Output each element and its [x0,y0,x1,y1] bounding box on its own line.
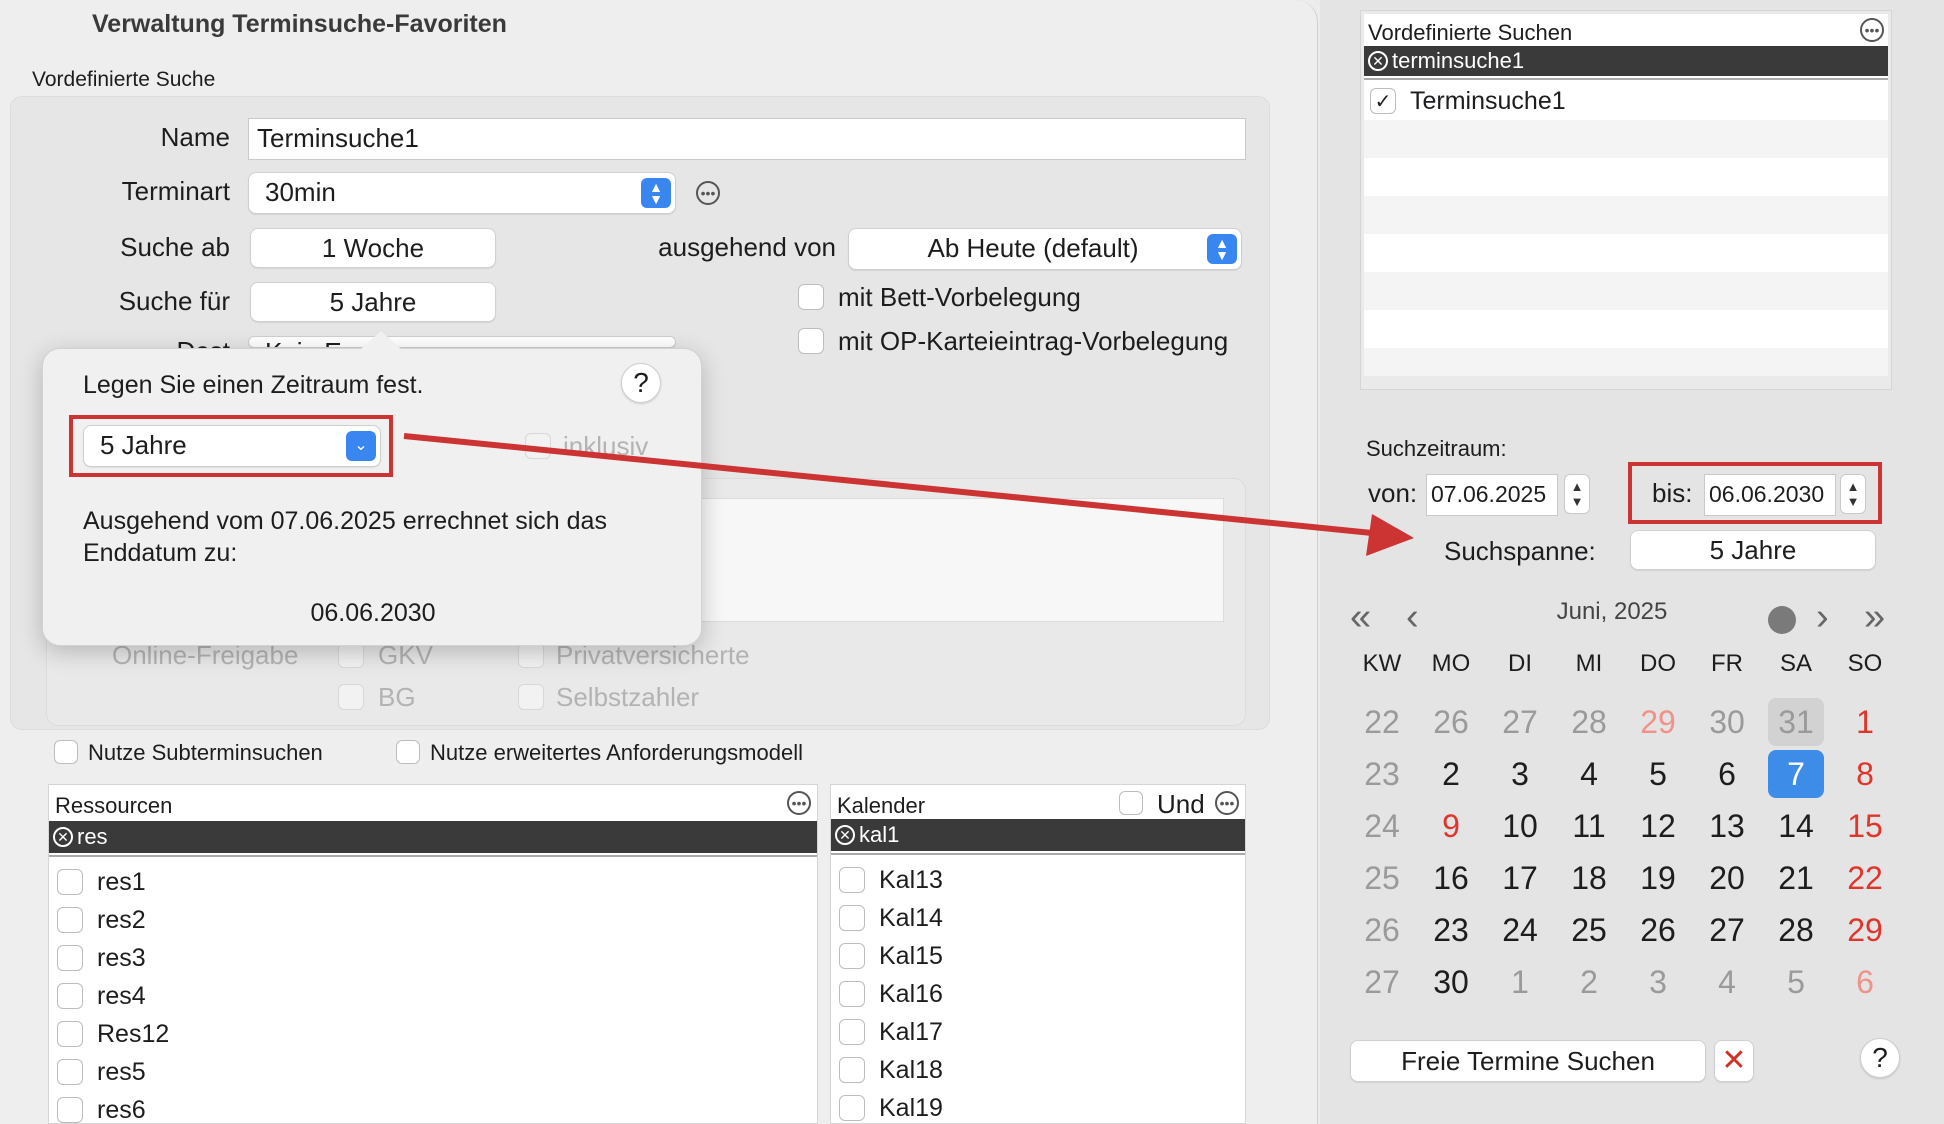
annotation-arrow [403,433,1414,556]
annotation-arrow-head [1366,514,1414,556]
annotation-arrow-line [403,433,1383,537]
